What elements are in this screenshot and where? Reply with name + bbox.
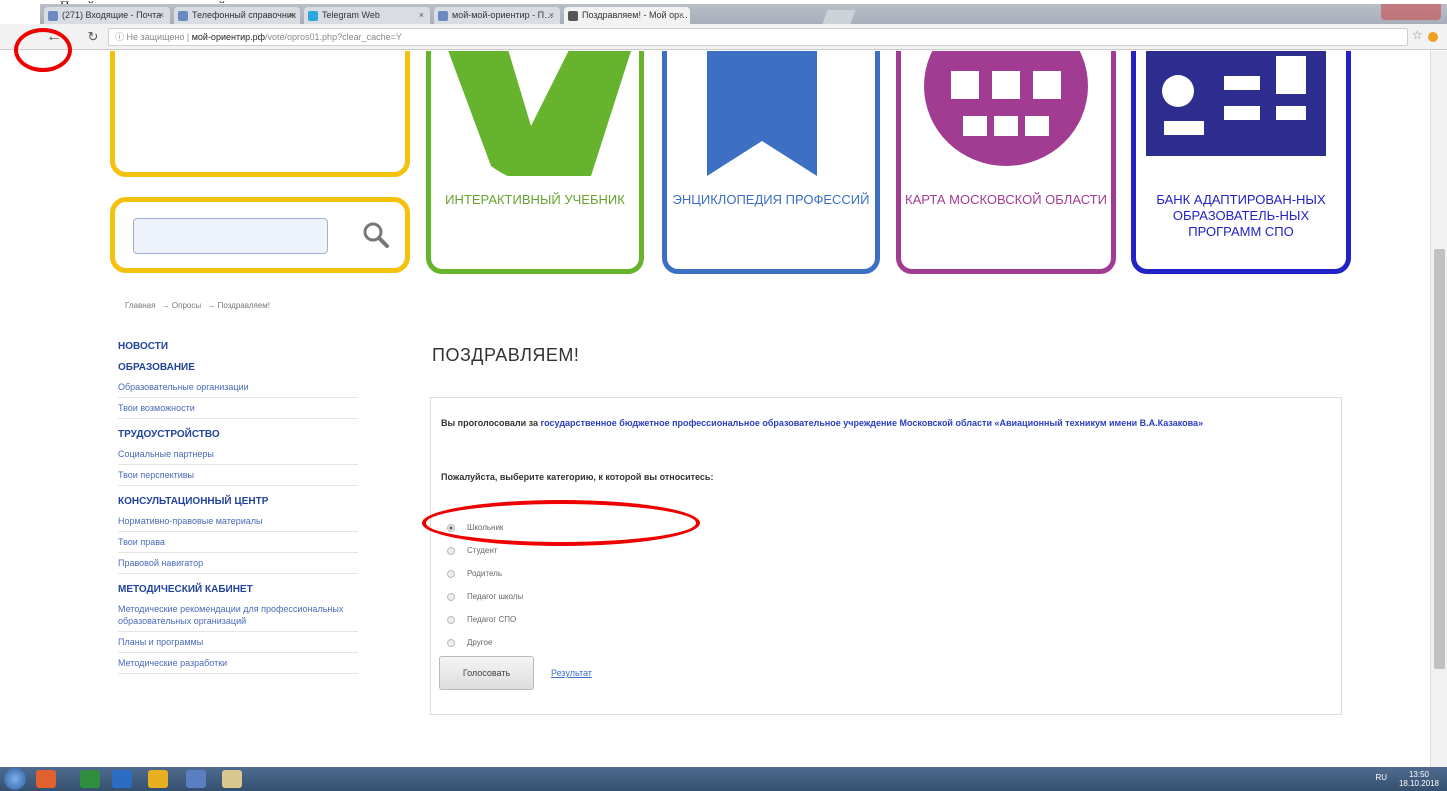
radio-button[interactable] xyxy=(447,546,455,555)
sidebar-heading-employment[interactable]: ТРУДОУСТРОЙСТВО xyxy=(118,429,358,440)
sidebar-heading-education[interactable]: ОБРАЗОВАНИЕ xyxy=(118,362,358,373)
page-scrollbar[interactable] xyxy=(1430,51,1447,767)
tab-congrats[interactable]: Поздравляем! - Мой ор… × xyxy=(564,7,690,24)
tab-bar: (271) Входящие - Почта × Телефонный справ… xyxy=(40,4,1447,24)
system-tray[interactable]: RU xyxy=(1375,773,1387,782)
browser-toolbar: ← ↻ ⓘ Не защищено | мой-ориентир.рф/vote… xyxy=(0,24,1447,50)
option-school-teacher[interactable]: Педагог школы xyxy=(447,585,523,608)
sidebar-item-developments[interactable]: Методические разработки xyxy=(118,653,358,674)
bank-label: БАНК АДАПТИРОВАН-НЫХ ОБРАЗОВАТЕЛЬ-НЫХ ПР… xyxy=(1156,192,1326,239)
app-icon[interactable] xyxy=(36,770,56,788)
breadcrumb-polls[interactable]: → Опросы xyxy=(162,301,201,310)
encyclopedia-label: ЭНЦИКЛОПЕДИЯ ПРОФЕССИЙ xyxy=(672,192,870,207)
close-icon[interactable]: × xyxy=(419,7,424,24)
radio-button[interactable] xyxy=(447,569,455,578)
sidebar-item-opportunities[interactable]: Твои возможности xyxy=(118,398,358,419)
sidebar-item-recommendations[interactable]: Методические рекомендации для профессион… xyxy=(118,599,358,632)
scroll-thumb[interactable] xyxy=(1434,249,1445,669)
encyclopedia-tile[interactable]: ЭНЦИКЛОПЕДИЯ ПРОФЕССИЙ xyxy=(662,51,880,274)
poll-question: Пожалуйста, выберите категорию, к которо… xyxy=(441,472,714,482)
sidebar-heading-methodology[interactable]: МЕТОДИЧЕСКИЙ КАБИНЕТ xyxy=(118,584,358,595)
tab-oriyentir[interactable]: мой-мой-ориентир - П… × xyxy=(434,7,560,24)
textbook-label: ИНТЕРАКТИВНЫЙ УЧЕБНИК xyxy=(445,192,625,207)
vote-confirmation-prefix: Вы проголосовали за xyxy=(441,418,539,428)
annotation-circle-option xyxy=(422,500,700,546)
sidebar-item-legal[interactable]: Нормативно-правовые материалы xyxy=(118,511,358,532)
poll-form: Вы проголосовали за государственное бюдж… xyxy=(430,397,1342,715)
taskbar: RU 13:50 18.10.2018 xyxy=(0,767,1447,791)
url-path: /vote/opros01.php?clear_cache=Y xyxy=(265,32,402,42)
breadcrumb-current: → Поздравляем! xyxy=(207,301,270,310)
result-link[interactable]: Результат xyxy=(551,668,592,678)
page-title: ПОЗДРАВЛЯЕМ! xyxy=(432,345,580,365)
new-tab-button[interactable] xyxy=(822,10,856,24)
mail-icon xyxy=(48,11,58,21)
reload-icon[interactable]: ↻ xyxy=(84,27,102,47)
excel-icon[interactable] xyxy=(80,770,100,788)
logo-tile[interactable] xyxy=(110,51,410,177)
search-input[interactable] xyxy=(133,218,328,254)
tab-telegram[interactable]: Telegram Web × xyxy=(304,7,430,24)
close-icon[interactable]: × xyxy=(549,7,554,24)
radio-button[interactable] xyxy=(447,615,455,624)
vote-button[interactable]: Голосовать xyxy=(439,656,534,690)
vote-confirmation: Вы проголосовали за государственное бюдж… xyxy=(441,414,1331,432)
sidebar-item-partners[interactable]: Социальные партнеры xyxy=(118,444,358,465)
folder-icon[interactable] xyxy=(222,770,242,788)
chrome-icon[interactable] xyxy=(148,770,168,788)
checkmark-icon xyxy=(448,51,631,176)
url-host: мой-ориентир.рф xyxy=(191,32,266,42)
tab-phonebook[interactable]: Телефонный справочник × xyxy=(174,7,300,24)
extension-icon[interactable] xyxy=(1428,32,1438,42)
map-tile[interactable]: КАРТА МОСКОВСКОЙ ОБЛАСТИ xyxy=(896,51,1116,274)
sidebar-item-plans[interactable]: Планы и программы xyxy=(118,632,358,653)
page-icon xyxy=(438,11,448,21)
security-label: Не защищено xyxy=(126,32,185,42)
close-icon[interactable]: × xyxy=(159,7,164,24)
breadcrumb-home[interactable]: Главная xyxy=(125,301,155,310)
annotation-circle-back xyxy=(14,28,72,72)
globe-icon xyxy=(924,51,1088,166)
sidebar-heading-news[interactable]: НОВОСТИ xyxy=(118,341,358,352)
search-tile xyxy=(110,197,410,273)
sidebar-item-rights[interactable]: Твои права xyxy=(118,532,358,553)
sidebar-item-prospects[interactable]: Твои перспективы xyxy=(118,465,358,486)
option-parent[interactable]: Родитель xyxy=(447,562,523,585)
window-controls[interactable] xyxy=(1381,4,1441,20)
book-icon xyxy=(707,51,817,176)
bank-tile[interactable]: БАНК АДАПТИРОВАН-НЫХ ОБРАЗОВАТЕЛЬ-НЫХ ПР… xyxy=(1131,51,1351,274)
search-icon[interactable] xyxy=(361,220,391,250)
ie-icon[interactable] xyxy=(112,770,132,788)
close-icon[interactable]: × xyxy=(679,7,684,24)
radio-button[interactable] xyxy=(447,638,455,647)
windows-start-icon[interactable] xyxy=(4,768,26,790)
page-viewport: ИНТЕРАКТИВНЫЙ УЧЕБНИК ЭНЦИКЛОПЕДИЯ ПРОФЕ… xyxy=(0,51,1430,767)
textbook-tile[interactable]: ИНТЕРАКТИВНЫЙ УЧЕБНИК xyxy=(426,51,644,274)
map-label: КАРТА МОСКОВСКОЙ ОБЛАСТИ xyxy=(905,192,1107,207)
sidebar-item-navigator[interactable]: Правовой навигатор xyxy=(118,553,358,574)
address-bar[interactable]: ⓘ Не защищено | мой-ориентир.рф/vote/opr… xyxy=(108,28,1408,46)
tab-mail[interactable]: (271) Входящие - Почта × xyxy=(44,7,170,24)
word-icon[interactable] xyxy=(186,770,206,788)
option-spo-teacher[interactable]: Педагог СПО xyxy=(447,608,523,631)
page-icon xyxy=(568,11,578,21)
sidebar-heading-consulting[interactable]: КОНСУЛЬТАЦИОННЫЙ ЦЕНТР xyxy=(118,496,358,507)
radio-button[interactable] xyxy=(447,592,455,601)
breadcrumb: Главная → Опросы → Поздравляем! xyxy=(125,301,274,310)
telegram-icon xyxy=(308,11,318,21)
close-icon[interactable]: × xyxy=(289,7,294,24)
voted-organization-link[interactable]: государственное бюджетное профессиональн… xyxy=(541,418,1204,428)
option-other[interactable]: Другое xyxy=(447,631,523,654)
library-icon xyxy=(1146,51,1326,156)
sidebar: НОВОСТИ ОБРАЗОВАНИЕ Образовательные орга… xyxy=(118,341,358,674)
star-icon[interactable]: ☆ xyxy=(1412,28,1423,42)
clock[interactable]: 13:50 18.10.2018 xyxy=(1399,770,1439,788)
sidebar-item-organizations[interactable]: Образовательные организации xyxy=(118,377,358,398)
page-icon xyxy=(178,11,188,21)
